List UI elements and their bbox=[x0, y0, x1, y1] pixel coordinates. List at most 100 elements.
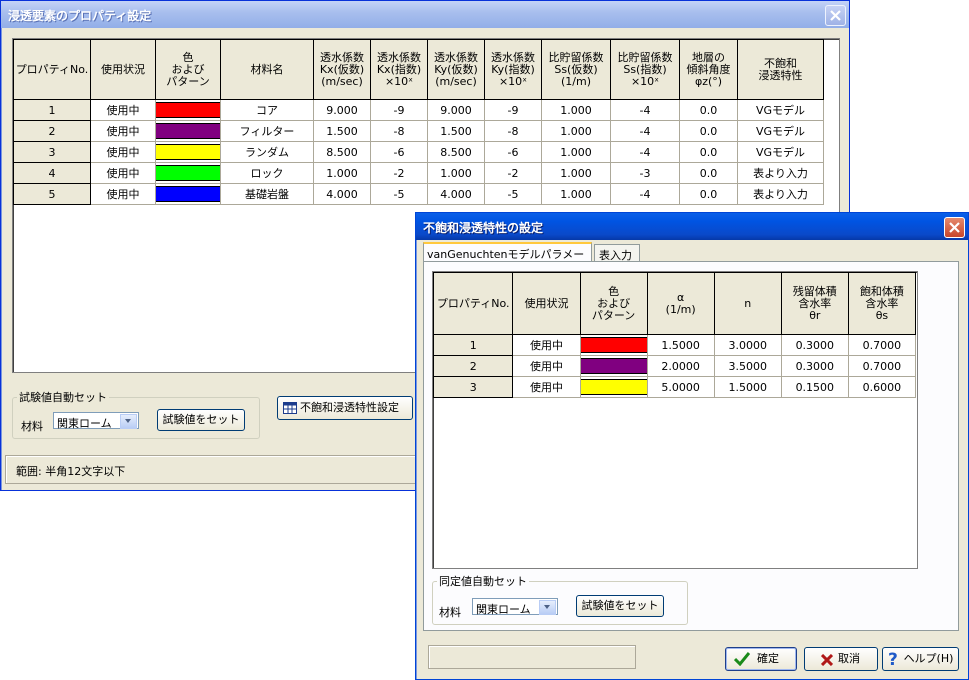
table-cell[interactable]: 1.500 bbox=[427, 120, 485, 142]
property-settings-titlebar[interactable]: 浸透要素のプロパティ設定 bbox=[1, 1, 849, 28]
table-cell[interactable]: 基礎岩盤 bbox=[220, 183, 314, 205]
table-cell[interactable]: -3 bbox=[610, 162, 680, 184]
table-cell[interactable]: 8.500 bbox=[313, 141, 371, 163]
table-cell[interactable]: 使用中 bbox=[90, 120, 156, 142]
table-cell[interactable]: 5.0000 bbox=[646, 376, 715, 398]
close-button[interactable] bbox=[944, 217, 965, 238]
set-test-value-button[interactable]: 試験値をセット bbox=[157, 409, 245, 431]
tab-table-input[interactable]: 表入力 bbox=[594, 244, 640, 262]
table-cell[interactable]: 4 bbox=[13, 162, 91, 184]
table-row[interactable]: 2 使用中 フィルター 1.500 -8 1.500 -8 1.000 -4 0.0 VGモデル bbox=[13, 120, 824, 142]
table-cell[interactable]: -8 bbox=[370, 120, 428, 142]
table-cell[interactable]: VGモデル bbox=[737, 99, 824, 121]
table-cell[interactable] bbox=[155, 120, 221, 142]
table-cell[interactable]: 0.0 bbox=[679, 120, 738, 142]
table-cell[interactable]: -4 bbox=[610, 183, 680, 205]
table-cell[interactable]: 3.5000 bbox=[713, 355, 782, 377]
table-cell[interactable]: -9 bbox=[370, 99, 428, 121]
table-cell[interactable]: 1 bbox=[433, 334, 514, 356]
table-cell[interactable] bbox=[155, 162, 221, 184]
table-cell[interactable]: 0.7000 bbox=[847, 334, 917, 356]
table-cell[interactable]: ランダム bbox=[220, 141, 314, 163]
table-cell[interactable]: 3.0000 bbox=[713, 334, 782, 356]
table-cell[interactable]: -2 bbox=[370, 162, 428, 184]
color-swatch[interactable] bbox=[155, 144, 221, 160]
table-cell[interactable]: 1.500 bbox=[313, 120, 371, 142]
table-cell[interactable]: -6 bbox=[370, 141, 428, 163]
table-cell[interactable]: -5 bbox=[484, 183, 542, 205]
close-button[interactable] bbox=[825, 5, 846, 26]
table-row[interactable]: 3 使用中 5.0000 1.5000 0.1500 0.6000 bbox=[433, 376, 917, 398]
table-row[interactable]: 2 使用中 2.0000 3.5000 0.3000 0.7000 bbox=[433, 355, 917, 377]
table-cell[interactable]: 使用中 bbox=[90, 99, 156, 121]
table-cell[interactable] bbox=[155, 141, 221, 163]
table-cell[interactable]: フィルター bbox=[220, 120, 314, 142]
color-swatch[interactable] bbox=[579, 379, 648, 395]
table-cell[interactable]: -5 bbox=[370, 183, 428, 205]
unsaturated-settings-button[interactable]: 不飽和浸透特性設定 bbox=[277, 396, 413, 420]
cancel-button[interactable]: 取消 bbox=[804, 647, 878, 671]
table-cell[interactable]: 1.000 bbox=[541, 162, 611, 184]
table-cell[interactable] bbox=[579, 334, 648, 356]
table-cell[interactable]: コア bbox=[220, 99, 314, 121]
table-cell[interactable]: 8.500 bbox=[427, 141, 485, 163]
table-cell[interactable]: 5 bbox=[13, 183, 91, 205]
table-cell[interactable]: -4 bbox=[610, 120, 680, 142]
color-swatch[interactable] bbox=[579, 337, 648, 353]
table-cell[interactable]: ロック bbox=[220, 162, 314, 184]
table-row[interactable]: 4 使用中 ロック 1.000 -2 1.000 -2 1.000 -3 0.0 表より入力 bbox=[13, 162, 824, 184]
table-row[interactable]: 3 使用中 ランダム 8.500 -6 8.500 -6 1.000 -4 0.0 VGモデル bbox=[13, 141, 824, 163]
table-row[interactable]: 5 使用中 基礎岩盤 4.000 -5 4.000 -5 1.000 -4 0.0 表より入力 bbox=[13, 183, 824, 205]
table-cell[interactable]: -4 bbox=[610, 141, 680, 163]
color-swatch[interactable] bbox=[579, 358, 648, 374]
table-cell[interactable]: 0.0 bbox=[679, 141, 738, 163]
table-cell[interactable]: 1.5000 bbox=[713, 376, 782, 398]
table-cell[interactable]: VGモデル bbox=[737, 120, 824, 142]
tab-vangenuchten[interactable]: vanGenuchtenモデルパラメータ bbox=[423, 242, 592, 277]
table-cell[interactable]: 0.0 bbox=[679, 183, 738, 205]
table-cell[interactable]: 使用中 bbox=[90, 183, 156, 205]
color-swatch[interactable] bbox=[155, 165, 221, 181]
table-cell[interactable]: 2 bbox=[433, 355, 514, 377]
material-select[interactable]: 関東ローム bbox=[53, 412, 139, 430]
color-swatch[interactable] bbox=[155, 123, 221, 139]
table-cell[interactable]: 4.000 bbox=[427, 183, 485, 205]
table-cell[interactable]: 0.3000 bbox=[780, 334, 849, 356]
table-cell[interactable]: 4.000 bbox=[313, 183, 371, 205]
table-cell[interactable] bbox=[579, 376, 648, 398]
table-cell[interactable]: 使用中 bbox=[512, 334, 581, 356]
chevron-down-icon[interactable] bbox=[539, 600, 556, 615]
table-cell[interactable]: -4 bbox=[610, 99, 680, 121]
table-cell[interactable]: 1.000 bbox=[541, 141, 611, 163]
table-cell[interactable]: 9.000 bbox=[313, 99, 371, 121]
table-cell[interactable]: VGモデル bbox=[737, 141, 824, 163]
table-cell[interactable]: 1.5000 bbox=[646, 334, 715, 356]
help-button[interactable]: ? ヘルプ(H) bbox=[882, 647, 959, 671]
table-cell[interactable]: 使用中 bbox=[90, 162, 156, 184]
table-cell[interactable]: -6 bbox=[484, 141, 542, 163]
table-cell[interactable]: 0.1500 bbox=[780, 376, 849, 398]
table-row[interactable]: 1 使用中 コア 9.000 -9 9.000 -9 1.000 -4 0.0 VGモデル bbox=[13, 99, 824, 121]
table-cell[interactable]: 0.6000 bbox=[847, 376, 917, 398]
unsaturated-settings-titlebar[interactable]: 不飽和浸透特性の設定 bbox=[416, 213, 968, 240]
chevron-down-icon[interactable] bbox=[120, 414, 137, 429]
table-cell[interactable]: 表より入力 bbox=[737, 162, 824, 184]
table-cell[interactable]: 2.0000 bbox=[646, 355, 715, 377]
table-cell[interactable]: 1.000 bbox=[313, 162, 371, 184]
table-cell[interactable]: 9.000 bbox=[427, 99, 485, 121]
table-cell[interactable]: 0.0 bbox=[679, 99, 738, 121]
table-cell[interactable]: 1.000 bbox=[541, 183, 611, 205]
table-cell[interactable]: -2 bbox=[484, 162, 542, 184]
table-cell[interactable]: 1.000 bbox=[541, 120, 611, 142]
table-cell[interactable] bbox=[155, 99, 221, 121]
table-cell[interactable]: 0.7000 bbox=[847, 355, 917, 377]
table-cell[interactable]: 1.000 bbox=[541, 99, 611, 121]
table-cell[interactable]: 1.000 bbox=[427, 162, 485, 184]
table-cell[interactable]: 1 bbox=[13, 99, 91, 121]
table-cell[interactable]: -8 bbox=[484, 120, 542, 142]
table-cell[interactable]: 3 bbox=[13, 141, 91, 163]
table-cell[interactable]: 表より入力 bbox=[737, 183, 824, 205]
table-cell[interactable]: 0.0 bbox=[679, 162, 738, 184]
table-cell[interactable]: 2 bbox=[13, 120, 91, 142]
table-row[interactable]: 1 使用中 1.5000 3.0000 0.3000 0.7000 bbox=[433, 334, 917, 356]
